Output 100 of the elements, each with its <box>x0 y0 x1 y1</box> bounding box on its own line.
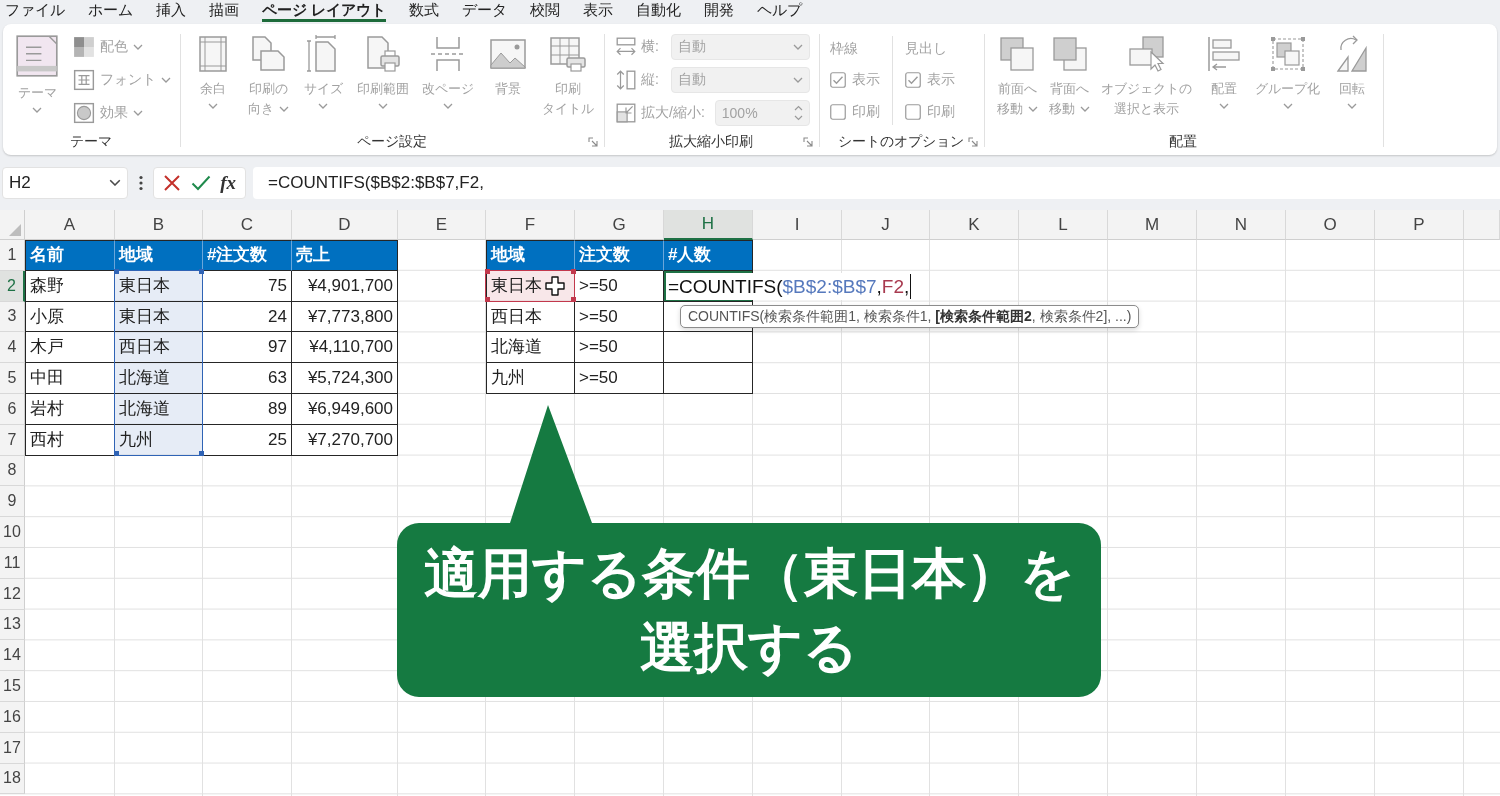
menu-tab[interactable]: ヘルプ <box>757 0 803 22</box>
row-header[interactable]: 10 <box>0 517 25 548</box>
table-cell: 九州 <box>486 363 575 394</box>
menu-tab[interactable]: ホーム <box>88 0 133 22</box>
column-header[interactable]: F <box>486 210 575 240</box>
chevron-down-icon <box>161 77 171 83</box>
check-icon[interactable] <box>190 174 211 191</box>
grid-printer-icon <box>548 34 588 74</box>
row-header[interactable]: 9 <box>0 486 25 518</box>
table-cell: 89 <box>203 394 292 425</box>
menu-tab[interactable]: 挿入 <box>156 0 186 22</box>
column-header[interactable]: H <box>664 210 753 240</box>
chevron-down-icon <box>318 103 328 109</box>
insert-function-button[interactable]: fx <box>220 170 237 195</box>
dialog-launcher-icon[interactable] <box>968 137 978 147</box>
chevron-down-icon <box>1218 103 1229 109</box>
column-header[interactable]: P <box>1375 210 1464 240</box>
column-header[interactable]: A <box>25 210 115 240</box>
row-header[interactable]: 16 <box>0 701 25 733</box>
chevron-down-icon <box>793 77 803 83</box>
chevron-down-icon <box>1282 103 1293 109</box>
checkbox-label: 印刷 <box>927 103 955 121</box>
row-header[interactable]: 11 <box>0 547 25 579</box>
row-header[interactable]: 5 <box>0 363 25 394</box>
table-cell: 25 <box>203 424 292 456</box>
row-header[interactable]: 12 <box>0 578 25 610</box>
column-header[interactable]: E <box>398 210 486 240</box>
menu-tab[interactable]: 自動化 <box>636 0 682 22</box>
table-cell: 西日本 <box>486 301 575 333</box>
column-header[interactable]: J <box>842 210 930 240</box>
name-box[interactable]: H2 <box>2 166 128 199</box>
table-cell: >=50 <box>575 301 664 333</box>
column-header[interactable]: B <box>115 210 203 240</box>
row-header[interactable]: 13 <box>0 609 25 641</box>
table-cell: 北海道 <box>115 394 203 425</box>
table-cell: 西日本 <box>115 332 203 364</box>
menu-tab[interactable]: ファイル <box>5 0 65 22</box>
vertical-dots-icon[interactable] <box>139 174 143 191</box>
menu-tab[interactable]: 校閲 <box>530 0 561 22</box>
column-header[interactable]: G <box>575 210 664 240</box>
table-cell: 東日本 <box>115 270 203 302</box>
column-header[interactable]: K <box>930 210 1019 240</box>
column-header[interactable]: C <box>203 210 292 240</box>
table-header-cell: 注文数 <box>575 240 664 271</box>
formula-field[interactable]: =COUNTIFS($B$2:$B$7,F2, <box>253 166 1500 199</box>
row-header[interactable]: 17 <box>0 732 25 764</box>
width-arrows-icon <box>615 36 637 58</box>
cell-editor-field[interactable]: =COUNTIFS($B$2:$B$7,F2, <box>666 272 912 300</box>
row-header[interactable]: 18 <box>0 763 25 795</box>
row-header[interactable]: 7 <box>0 424 25 456</box>
table-cell: 東日本 <box>115 301 203 333</box>
row-header[interactable]: 6 <box>0 394 25 425</box>
menu-tab[interactable]: データ <box>462 0 508 22</box>
table-cell: ¥7,773,800 <box>292 301 398 333</box>
dialog-launcher-icon[interactable] <box>588 137 598 147</box>
chevron-down-icon <box>133 110 143 116</box>
table-cell: 木戸 <box>25 332 115 364</box>
dialog-launcher-icon[interactable] <box>803 137 813 147</box>
row-header[interactable]: 15 <box>0 671 25 702</box>
cancel-icon[interactable] <box>162 173 181 192</box>
group-label: ページ設定 <box>356 133 427 151</box>
table-cell: 北海道 <box>486 332 575 364</box>
chevron-down-icon <box>1080 105 1091 112</box>
column-header[interactable] <box>1464 210 1500 240</box>
table-cell: 75 <box>203 270 292 302</box>
row-header[interactable]: 1 <box>0 240 25 271</box>
menu-tab[interactable]: 開発 <box>704 0 735 22</box>
select-all-button[interactable] <box>0 210 25 240</box>
callout-text: 適用する条件（東日本）を 選択する <box>423 542 1075 679</box>
table-cell: ¥4,110,700 <box>292 332 398 364</box>
corner-triangle-icon <box>9 224 21 236</box>
table-cell: ¥4,901,700 <box>292 270 398 302</box>
menu-tab[interactable]: 数式 <box>409 0 440 22</box>
table-cell: >=50 <box>575 270 664 302</box>
column-header[interactable]: N <box>1197 210 1286 240</box>
column-header[interactable]: D <box>292 210 398 240</box>
row-header[interactable]: 8 <box>0 455 25 487</box>
table-cell: >=50 <box>575 363 664 394</box>
group-label: シートのオプション <box>838 133 964 151</box>
table-cell: 九州 <box>115 424 203 456</box>
table-cell: 小原 <box>25 301 115 333</box>
row-header[interactable]: 14 <box>0 640 25 672</box>
column-header[interactable]: M <box>1108 210 1197 240</box>
row-header[interactable]: 2 <box>0 270 25 302</box>
menu-tab[interactable]: 表示 <box>583 0 614 22</box>
menu-tab[interactable]: 描画 <box>209 0 239 22</box>
chevron-down-icon <box>133 44 143 50</box>
table-cell: 西村 <box>25 424 115 456</box>
checkbox-label: 表示 <box>927 71 955 89</box>
chevron-down-icon <box>1027 105 1038 112</box>
column-header[interactable]: O <box>1286 210 1375 240</box>
row-header[interactable]: 4 <box>0 332 25 364</box>
row-header[interactable]: 3 <box>0 301 25 333</box>
column-header[interactable]: I <box>753 210 842 240</box>
column-header[interactable]: L <box>1019 210 1108 240</box>
table-cell: 24 <box>203 301 292 333</box>
table-cell: 北海道 <box>115 363 203 394</box>
group-label: 拡大縮小印刷 <box>669 133 753 151</box>
color-squares-icon <box>73 36 95 58</box>
chevron-down-icon <box>443 103 453 109</box>
